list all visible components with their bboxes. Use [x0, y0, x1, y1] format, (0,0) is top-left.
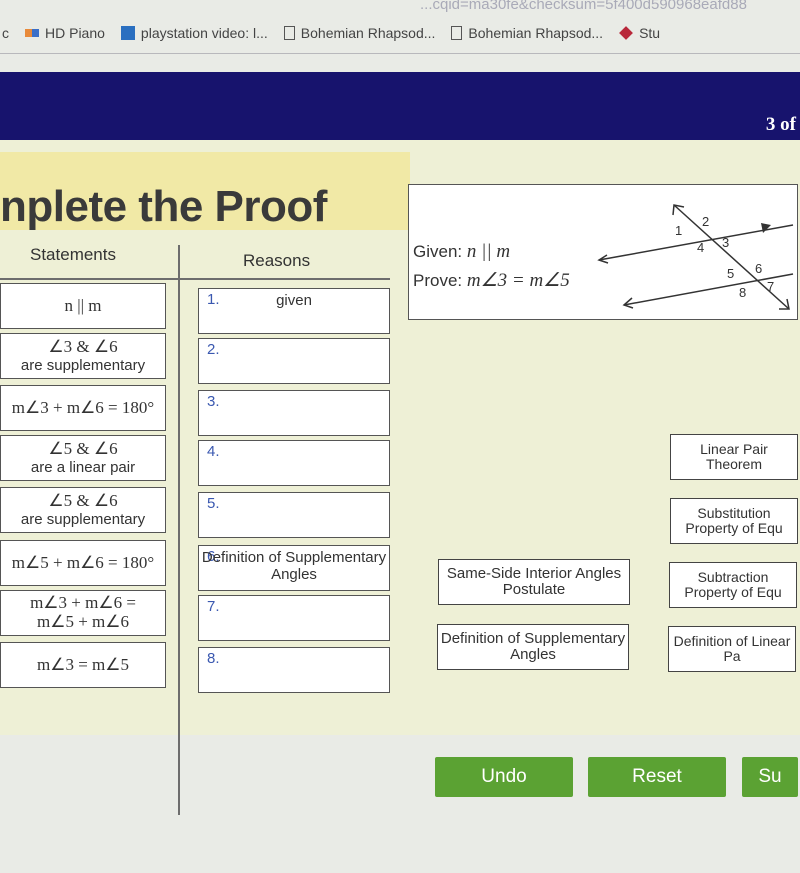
reason-option-same-side-interior[interactable]: Same-Side Interior Angles Postulate: [438, 559, 630, 605]
statement-box: ∠5 & ∠6 are a linear pair: [0, 435, 166, 481]
angle-label: 8: [739, 285, 746, 300]
reason-drop-slot[interactable]: 6. Definition of Supplementary Angles: [198, 545, 390, 591]
statement-line1: ∠5 & ∠6: [48, 491, 118, 511]
bookmark[interactable]: c: [2, 25, 9, 41]
statement-line2: are supplementary: [20, 356, 146, 374]
reason-option-subtraction[interactable]: Subtraction Property of Equ: [669, 562, 797, 608]
reason-number: 4.: [207, 443, 220, 460]
statement-box: m∠3 + m∠6 = 180°: [0, 385, 166, 431]
angle-label: 2: [702, 214, 709, 229]
angle-label: 6: [755, 261, 762, 276]
bookmark-stu[interactable]: Stu: [619, 25, 660, 41]
angle-label: 1: [675, 223, 682, 238]
bookmark-hd-piano[interactable]: HD Piano: [25, 25, 105, 41]
submit-button[interactable]: Su: [742, 757, 798, 797]
app-header: 3 of: [0, 72, 800, 140]
question-progress: 3 of: [765, 114, 796, 135]
statement-box: n || m: [0, 283, 166, 329]
piano-icon: [25, 28, 39, 37]
statement-box: m∠3 + m∠6 = m∠5 + m∠6: [0, 590, 166, 636]
statement-line1: m∠3 + m∠6 =: [30, 593, 136, 613]
bookmark-label: Bohemian Rhapsod...: [468, 24, 604, 41]
reason-number: 3.: [207, 393, 220, 410]
reason-number: 7.: [207, 598, 220, 615]
reason-text: Definition of Supplementary Angles: [201, 549, 387, 583]
bookmark-playstation[interactable]: playstation video: l...: [120, 24, 268, 41]
reason-text: given: [276, 292, 312, 309]
document-icon: [451, 25, 463, 40]
page-title: nplete the Proof: [0, 182, 327, 231]
statement-line1: ∠5 & ∠6: [48, 439, 118, 459]
angle-label: 7: [767, 279, 774, 294]
reason-drop-slot[interactable]: 1. given: [198, 288, 390, 334]
reset-button[interactable]: Reset: [588, 757, 726, 797]
statement-line2: m∠5 + m∠6: [36, 612, 129, 631]
statement-box: ∠5 & ∠6 are supplementary: [0, 487, 166, 533]
angle-label: 3: [722, 235, 729, 250]
bookmark-label: c: [2, 24, 9, 41]
statement-line1: m∠5 + m∠6 = 180°: [11, 552, 155, 572]
reason-option-def-linear-pair[interactable]: Definition of Linear Pa: [668, 626, 796, 672]
statement-line2: are a linear pair: [30, 458, 136, 476]
statement-box: m∠5 + m∠6 = 180°: [0, 540, 166, 586]
reason-option-linear-pair-theorem[interactable]: Linear Pair Theorem: [670, 434, 798, 480]
reason-number: 5.: [207, 495, 220, 512]
angle-label: 4: [697, 240, 704, 255]
reason-option-def-supplementary[interactable]: Definition of Supplementary Angles: [437, 624, 629, 670]
reason-drop-slot[interactable]: 7.: [198, 595, 390, 641]
reason-number: 2.: [207, 341, 220, 358]
column-divider: [178, 245, 180, 815]
reason-drop-slot[interactable]: 8.: [198, 647, 390, 693]
title-bar: nplete the Proof: [0, 152, 410, 231]
statements-header: Statements: [30, 245, 116, 264]
statement-line1: m∠3 = m∠5: [36, 654, 129, 674]
statement-box: m∠3 = m∠5: [0, 642, 166, 688]
statement-line1: ∠3 & ∠6: [48, 337, 118, 357]
reason-drop-slot[interactable]: 4.: [198, 440, 390, 486]
header-divider: [0, 278, 390, 280]
bookmark-label: Bohemian Rhapsod...: [300, 24, 436, 41]
reasons-header: Reasons: [243, 251, 311, 270]
bookmark-label: HD Piano: [45, 24, 105, 41]
reason-drop-slot[interactable]: 3.: [198, 390, 390, 436]
bookmark-label: playstation video: l...: [140, 24, 268, 41]
statement-line2: are supplementary: [20, 510, 146, 528]
bookmark-label: Stu: [639, 24, 661, 41]
bookmark-bohemian-2[interactable]: Bohemian Rhapsod...: [451, 25, 603, 41]
reason-number: 8.: [207, 650, 220, 667]
reason-option-substitution[interactable]: Substitution Property of Equ: [670, 498, 798, 544]
playstation-icon: [120, 25, 135, 40]
reason-drop-slot[interactable]: 5.: [198, 492, 390, 538]
bookmark-bohemian-1[interactable]: Bohemian Rhapsod...: [283, 24, 436, 41]
statement-line1: n || m: [64, 295, 102, 315]
statement-box: ∠3 & ∠6 are supplementary: [0, 333, 166, 379]
proof-workspace: nplete the Proof Statements Reasons n ||…: [0, 140, 800, 815]
reason-drop-slot[interactable]: 2.: [198, 338, 390, 384]
bookmarks-bar: c HD Piano playstation video: l... Bohem…: [0, 12, 800, 54]
statement-line1: m∠3 + m∠6 = 180°: [11, 397, 155, 417]
angle-label: 5: [727, 266, 734, 281]
diamond-logo-icon: [619, 25, 633, 40]
undo-button[interactable]: Undo: [435, 757, 573, 797]
given-prove-panel: Given: n || m Prove: m∠3 = m∠5 12345678: [408, 184, 798, 320]
parallel-lines-diagram: 12345 678: [597, 204, 794, 310]
document-icon: [283, 25, 295, 40]
